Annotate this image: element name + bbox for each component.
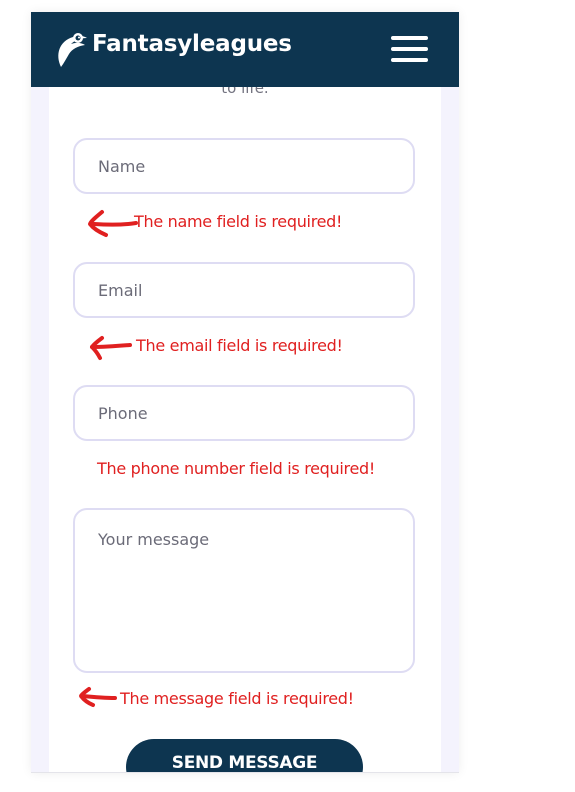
brand-name[interactable]: Fantasyleagues	[92, 31, 292, 57]
menu-bar-line	[391, 36, 428, 40]
email-field[interactable]	[73, 262, 415, 318]
menu-bar-line	[391, 58, 428, 62]
name-field[interactable]	[73, 138, 415, 194]
phone-field[interactable]	[73, 385, 415, 441]
top-navigation-bar: Fantasyleagues	[31, 12, 459, 87]
send-message-button[interactable]: SEND MESSAGE	[126, 739, 363, 772]
name-error-message: The name field is required!	[134, 212, 343, 231]
hamburger-menu-icon[interactable]	[391, 36, 429, 63]
message-field[interactable]	[73, 508, 415, 673]
email-error-message: The email field is required!	[136, 336, 343, 355]
message-error-message: The message field is required!	[120, 689, 354, 708]
menu-bar-line	[391, 47, 428, 51]
mobile-viewport: Fantasyleagues to life. The name field i…	[31, 12, 459, 773]
red-arrow-icon	[88, 210, 138, 237]
red-arrow-icon	[90, 336, 132, 360]
fantasyleagues-logo-icon[interactable]	[51, 29, 91, 71]
phone-error-message: The phone number field is required!	[97, 459, 375, 478]
